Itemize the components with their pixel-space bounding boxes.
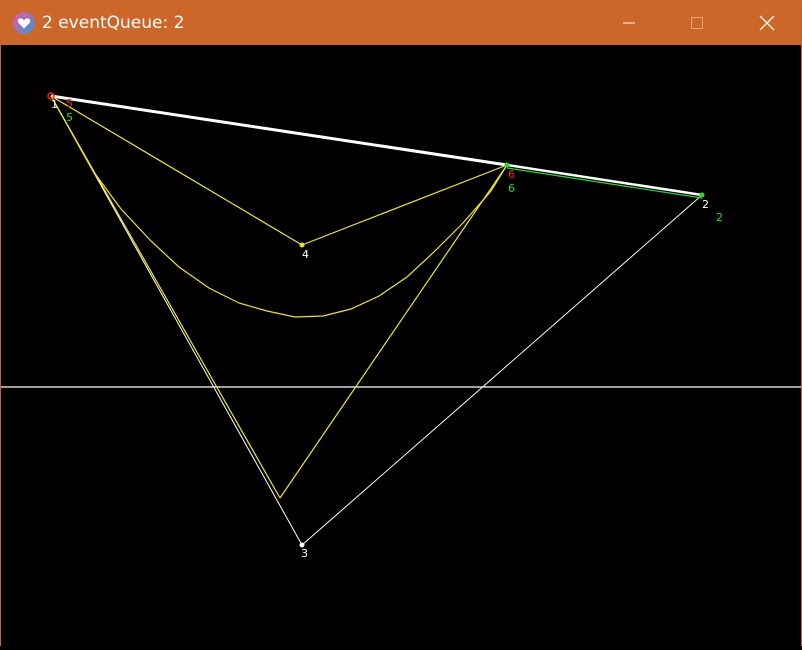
label-p2-white: 2 — [702, 198, 709, 211]
edge-6-2-green — [506, 167, 703, 199]
heart-app-icon — [13, 12, 35, 34]
label-p6-red: 6 — [508, 168, 515, 181]
close-icon — [759, 15, 775, 31]
maximize-icon — [691, 17, 703, 29]
yellow-low-6 — [279, 164, 508, 499]
label-p3-white: 3 — [301, 547, 308, 560]
title-bar[interactable]: 2 eventQueue: 2 — [1, 1, 801, 45]
point-6[interactable] — [504, 162, 510, 168]
label-p2-green: 2 — [716, 211, 723, 224]
close-button[interactable] — [744, 1, 790, 45]
label-p1-green: 5 — [66, 111, 73, 124]
label-p1-red: 5 — [66, 97, 73, 110]
yellow-4-6 — [301, 164, 508, 246]
geometry-drawing: 1 5 5 6 6 2 2 4 3 — [1, 92, 801, 560]
minimize-icon — [623, 22, 635, 24]
edge-3-2 — [301, 194, 703, 546]
edge-6-2-white — [506, 163, 703, 197]
edge-1-6-thick — [50, 94, 508, 167]
yellow-1-4 — [50, 95, 303, 246]
point-4[interactable] — [299, 242, 305, 248]
drawing-canvas[interactable]: 1 5 5 6 6 2 2 4 3 — [1, 45, 801, 646]
window-title: 2 eventQueue: 2 — [42, 13, 185, 33]
label-p6-green: 6 — [508, 182, 515, 195]
maximize-button[interactable] — [674, 1, 720, 45]
app-window: 2 eventQueue: 2 1 5 5 6 6 2 2 4 3 — [0, 0, 802, 646]
minimize-button[interactable] — [606, 1, 652, 45]
label-p1-white: 1 — [51, 98, 58, 111]
label-p4-white: 4 — [302, 248, 309, 261]
point-2[interactable] — [699, 192, 705, 198]
